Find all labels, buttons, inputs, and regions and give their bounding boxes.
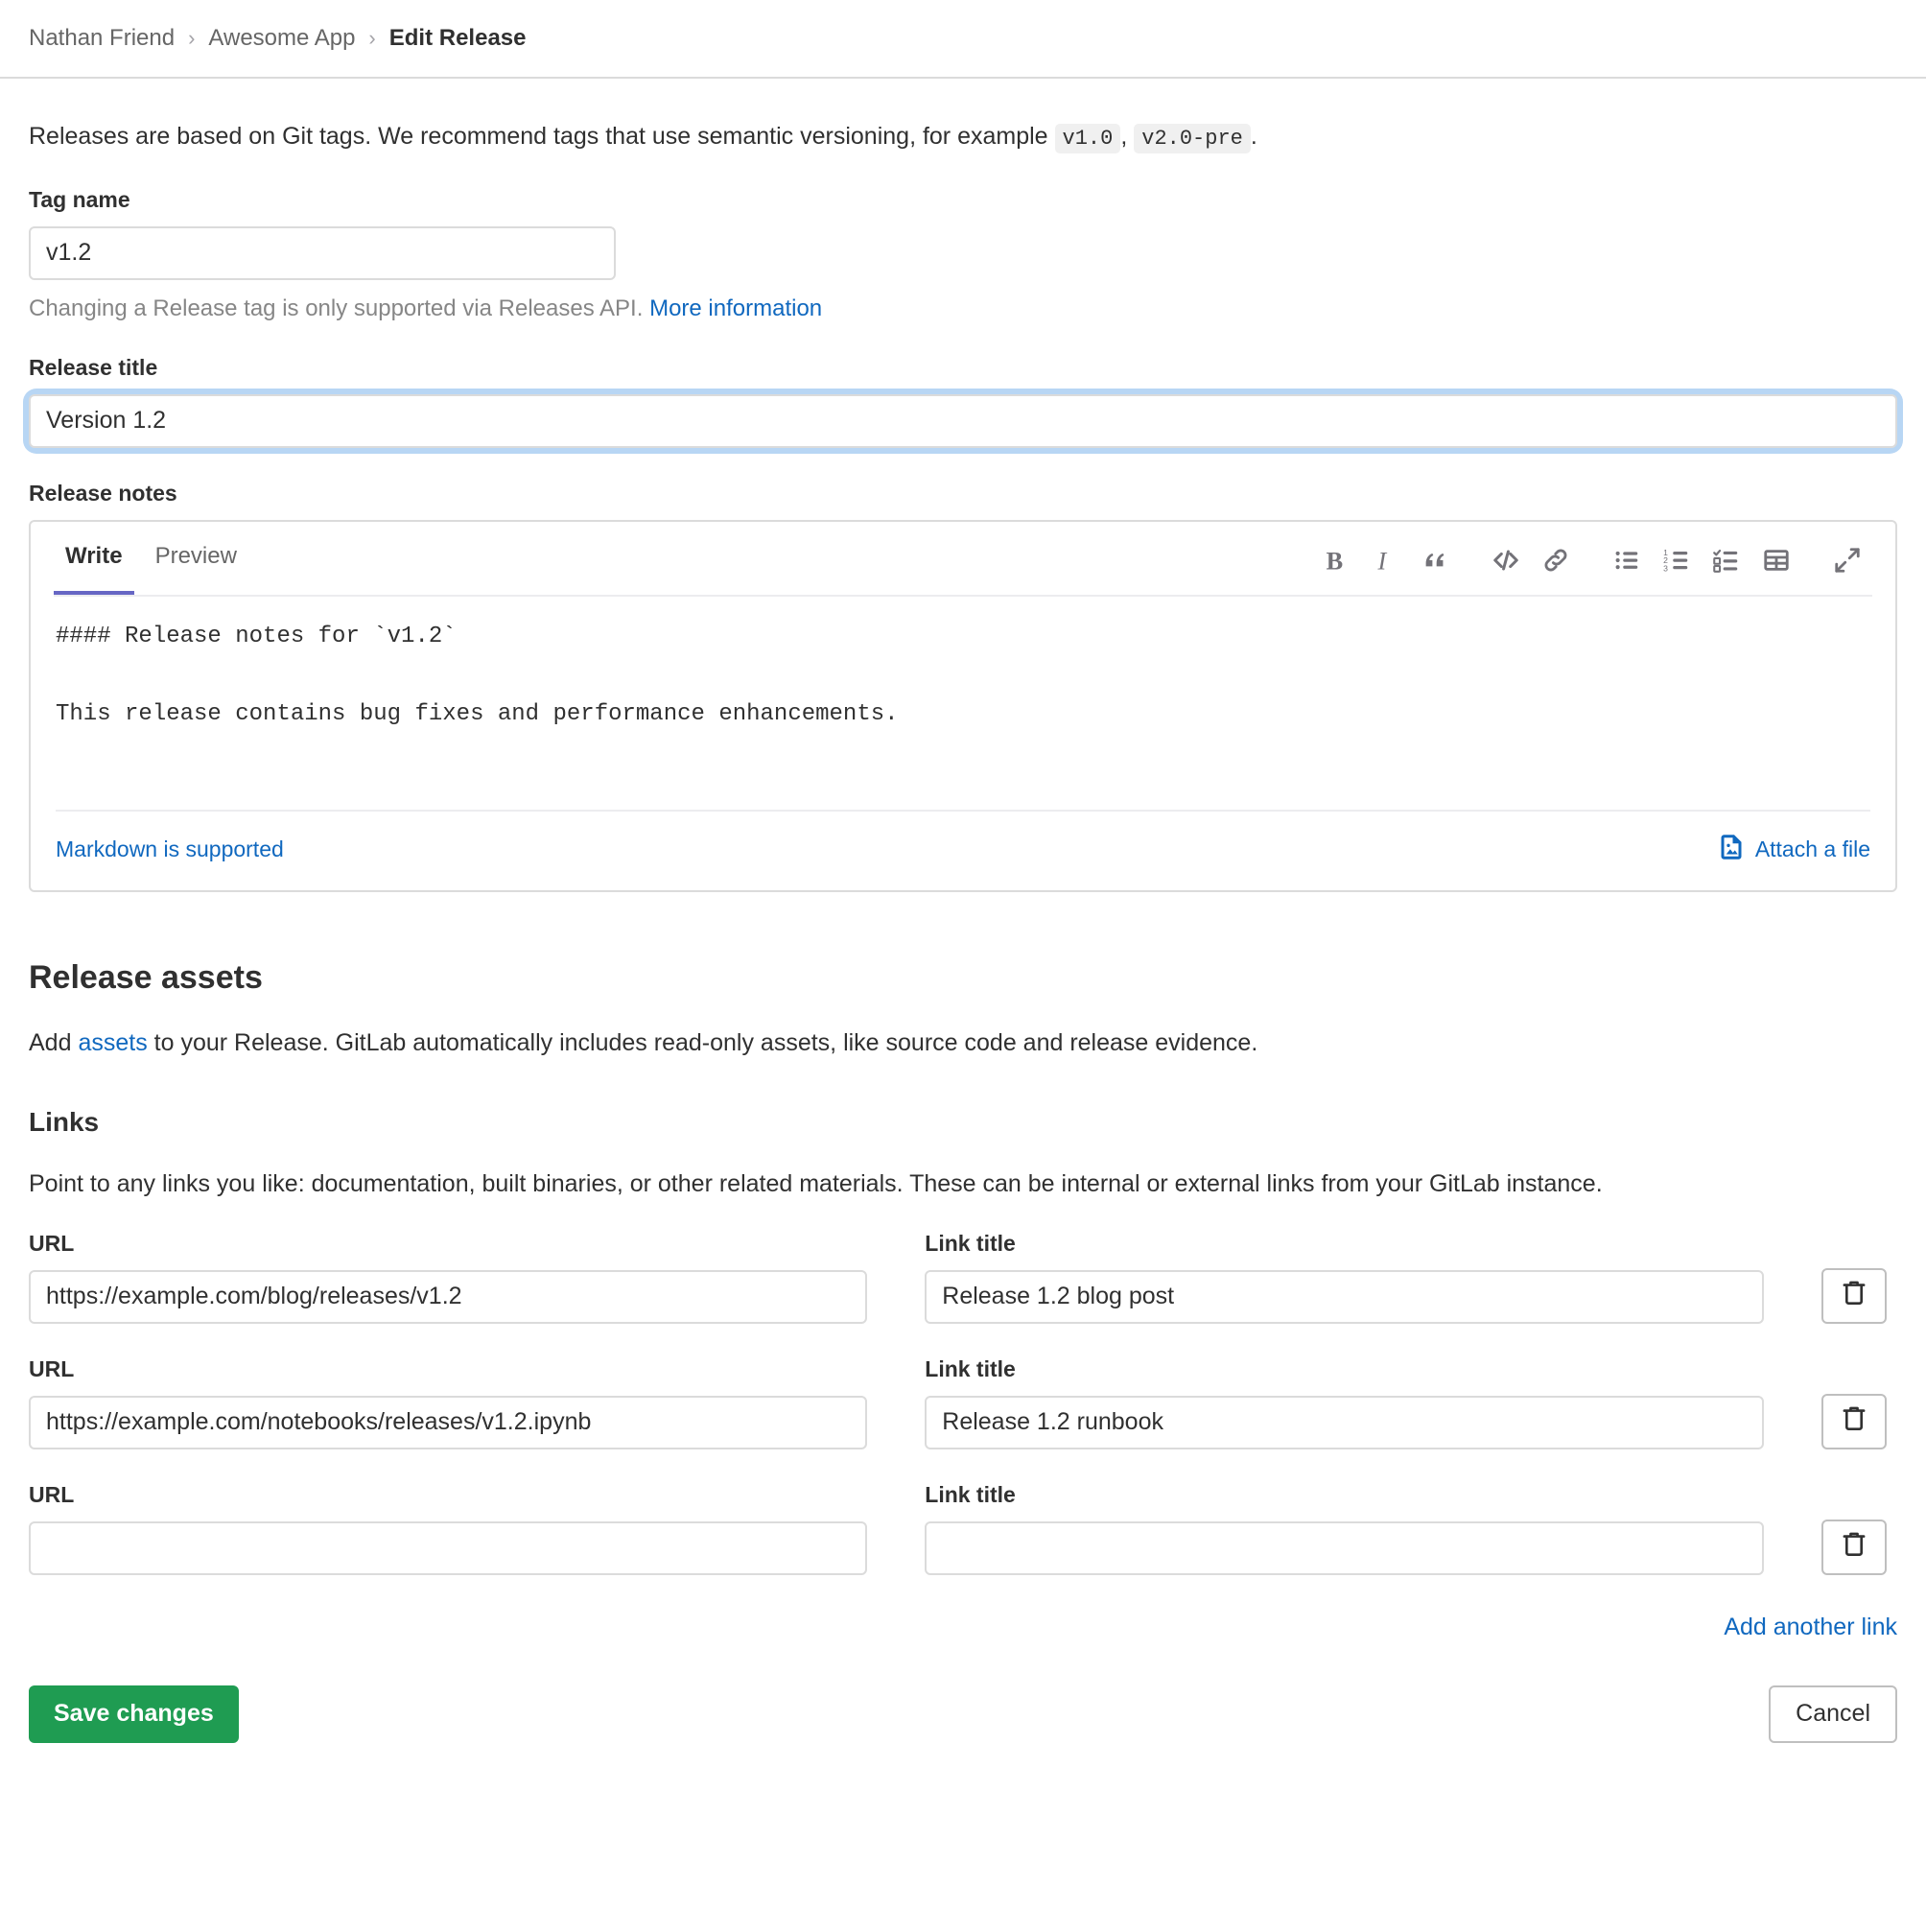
link-url-field: URL [29, 1453, 868, 1575]
fullscreen-icon[interactable] [1822, 539, 1872, 581]
add-another-link-button[interactable]: Add another link [1724, 1614, 1897, 1641]
markdown-editor-footer: Markdown is supported Attach a file [31, 812, 1895, 890]
links-heading: Links [29, 1106, 100, 1137]
svg-text:3: 3 [1663, 563, 1668, 573]
markdown-toolbar: B I 1 2 3 [1310, 539, 1872, 595]
assets-desc-before: Add [29, 1028, 79, 1056]
trash-icon [1840, 1279, 1868, 1312]
release-notes-textarea[interactable]: #### Release notes for `v1.2` This relea… [31, 597, 1895, 798]
link-icon[interactable] [1531, 539, 1581, 581]
link-url-label: URL [29, 1355, 75, 1381]
breadcrumb-item-group[interactable]: Nathan Friend [29, 25, 175, 52]
bullet-list-icon[interactable] [1602, 539, 1652, 581]
release-assets-heading: Release assets [29, 958, 263, 996]
remove-link-button[interactable] [1820, 1267, 1887, 1324]
example-tag-v2-pre-code: v2.0-pre [1134, 124, 1251, 153]
assets-desc-after: to your Release. GitLab automatically in… [147, 1028, 1258, 1056]
numbered-list-icon[interactable]: 123 [1652, 539, 1702, 581]
tag-name-help: Changing a Release tag is only supported… [29, 295, 1897, 322]
link-title-label: Link title [925, 1230, 1016, 1256]
link-title-field: Link title [925, 1328, 1764, 1449]
breadcrumb: Nathan Friend › Awesome App › Edit Relea… [0, 0, 1926, 79]
cancel-button[interactable]: Cancel [1769, 1685, 1897, 1743]
link-title-input[interactable] [925, 1395, 1764, 1449]
link-title-field: Link title [925, 1202, 1764, 1324]
release-notes-label: Release notes [29, 480, 177, 506]
trash-icon [1840, 1530, 1868, 1564]
links-list: URL Link title URL [29, 1202, 1897, 1575]
link-url-label: URL [29, 1481, 75, 1507]
links-description: Point to any links you like: documentati… [29, 1169, 1603, 1197]
attach-file-label: Attach a file [1754, 836, 1870, 862]
link-url-field: URL [29, 1202, 868, 1324]
tag-name-label: Tag name [29, 186, 130, 212]
link-title-input[interactable] [925, 1269, 1764, 1324]
link-title-field: Link title [925, 1453, 1764, 1575]
link-row: URL Link title [29, 1202, 1897, 1324]
breadcrumb-item-current: Edit Release [388, 25, 527, 51]
add-another-link-wrap: Add another link [29, 1614, 1897, 1641]
intro-comma: , [1120, 123, 1128, 150]
release-assets-description: Add assets to your Release. GitLab autom… [29, 1029, 1897, 1057]
link-url-input[interactable] [29, 1395, 868, 1449]
link-url-input[interactable] [29, 1269, 868, 1324]
link-url-input[interactable] [29, 1520, 868, 1575]
svg-text:I: I [1377, 547, 1388, 575]
intro-text-before: Releases are based on Git tags. We recom… [29, 123, 1055, 150]
markdown-editor: Write Preview B I 1 2 3 #### Release not… [29, 519, 1897, 892]
markdown-supported-link[interactable]: Markdown is supported [56, 836, 284, 862]
attach-file-button[interactable]: Attach a file [1717, 833, 1870, 867]
markdown-tabs: Write Preview [54, 539, 248, 595]
tab-preview[interactable]: Preview [144, 539, 248, 595]
link-url-label: URL [29, 1230, 75, 1256]
breadcrumb-separator-icon: › [188, 26, 196, 50]
link-delete-cell [1820, 1267, 1897, 1324]
breadcrumb-item-project[interactable]: Awesome App [208, 25, 355, 52]
link-delete-cell [1820, 1393, 1897, 1449]
intro-period: . [1250, 123, 1257, 150]
tag-name-input[interactable] [29, 225, 616, 280]
save-changes-button[interactable]: Save changes [29, 1685, 239, 1743]
link-title-label: Link title [925, 1355, 1016, 1381]
link-row: URL Link title [29, 1328, 1897, 1449]
breadcrumb-separator-icon: › [368, 26, 376, 50]
tag-name-help-text: Changing a Release tag is only supported… [29, 295, 644, 321]
link-title-input[interactable] [925, 1520, 1764, 1575]
more-information-link[interactable]: More information [649, 295, 822, 321]
link-title-label: Link title [925, 1481, 1016, 1507]
page-content: Releases are based on Git tags. We recom… [0, 119, 1926, 1781]
trash-icon [1840, 1404, 1868, 1438]
example-tag-v1-code: v1.0 [1054, 124, 1121, 153]
attach-file-icon [1717, 833, 1746, 867]
form-actions: Save changes Cancel [29, 1685, 1897, 1781]
release-title-focus-ring [29, 393, 1897, 448]
link-row: URL Link title [29, 1453, 1897, 1575]
remove-link-button[interactable] [1820, 1519, 1887, 1575]
quote-icon[interactable] [1410, 539, 1460, 581]
tab-write[interactable]: Write [54, 539, 134, 595]
remove-link-button[interactable] [1820, 1393, 1887, 1449]
assets-link[interactable]: assets [78, 1029, 147, 1056]
intro-text: Releases are based on Git tags. We recom… [29, 119, 1897, 154]
code-icon[interactable] [1481, 539, 1531, 581]
markdown-editor-header: Write Preview B I 1 2 3 [31, 522, 1895, 595]
link-url-field: URL [29, 1328, 868, 1449]
bold-icon[interactable]: B [1310, 539, 1360, 581]
link-delete-cell [1820, 1519, 1897, 1575]
edit-release-page: Nathan Friend › Awesome App › Edit Relea… [0, 0, 1926, 1932]
release-title-input[interactable] [29, 393, 1897, 448]
release-title-label: Release title [29, 354, 158, 380]
svg-text:B: B [1327, 547, 1344, 575]
italic-icon[interactable]: I [1360, 539, 1410, 581]
table-icon[interactable] [1751, 539, 1801, 581]
task-list-icon[interactable] [1702, 539, 1751, 581]
